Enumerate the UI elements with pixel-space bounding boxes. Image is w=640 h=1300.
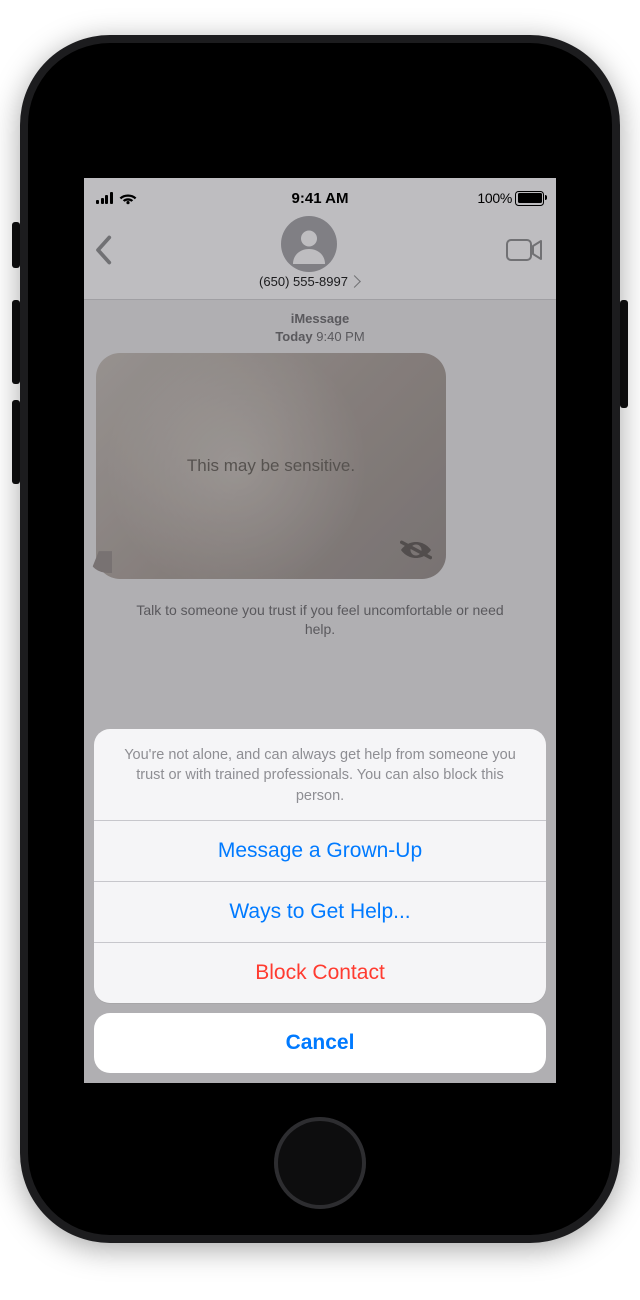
service-label: iMessage xyxy=(96,310,544,328)
cancel-button[interactable]: Cancel xyxy=(94,1013,546,1073)
contact-info[interactable]: (650) 555-8997 xyxy=(259,216,359,289)
block-contact-button[interactable]: Block Contact xyxy=(94,942,546,1003)
action-sheet-message: You're not alone, and can always get hel… xyxy=(94,729,546,820)
ringer-switch xyxy=(12,222,20,268)
conversation-header: (650) 555-8997 xyxy=(84,212,556,300)
volume-down xyxy=(12,400,20,484)
back-button[interactable] xyxy=(94,235,112,270)
facetime-button[interactable] xyxy=(506,238,542,267)
chevron-left-icon xyxy=(94,235,112,265)
person-icon xyxy=(289,224,329,264)
home-button[interactable] xyxy=(274,1117,366,1209)
volume-up xyxy=(12,300,20,384)
status-time: 9:41 AM xyxy=(84,190,556,207)
avatar xyxy=(281,216,337,272)
hidden-eye-icon xyxy=(400,538,432,567)
video-icon xyxy=(506,238,542,262)
ways-to-get-help-button[interactable]: Ways to Get Help... xyxy=(94,881,546,942)
day-label: Today xyxy=(275,329,312,344)
sensitive-warning-label: This may be sensitive. xyxy=(187,456,355,476)
power-button xyxy=(620,300,628,408)
message-grownup-button[interactable]: Message a Grown-Up xyxy=(94,820,546,881)
battery-icon xyxy=(515,191,544,206)
phone-frame: 9:41 AM 100% xyxy=(20,35,620,1243)
screen: 9:41 AM 100% xyxy=(84,178,556,1083)
action-sheet-group: You're not alone, and can always get hel… xyxy=(94,729,546,1003)
time-label: 9:40 PM xyxy=(316,329,364,344)
safety-caption: Talk to someone you trust if you feel un… xyxy=(96,583,544,639)
device-mockup: 9:41 AM 100% xyxy=(0,0,640,1300)
contact-phone: (650) 555-8997 xyxy=(259,274,348,289)
sensitive-image-bubble[interactable]: This may be sensitive. xyxy=(96,353,446,579)
chevron-right-icon xyxy=(348,275,361,288)
phone-bezel: 9:41 AM 100% xyxy=(28,43,612,1235)
status-bar: 9:41 AM 100% xyxy=(84,178,556,212)
message-thread: iMessage Today 9:40 PM This may be sensi… xyxy=(84,300,556,639)
thread-timestamp: iMessage Today 9:40 PM xyxy=(96,310,544,345)
action-sheet: You're not alone, and can always get hel… xyxy=(94,729,546,1073)
